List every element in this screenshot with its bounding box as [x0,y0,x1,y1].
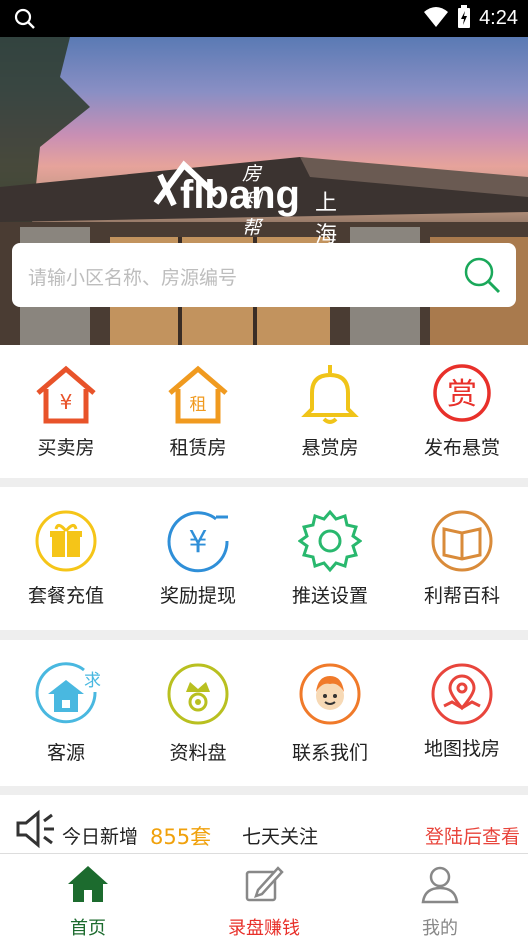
tile-label: 奖励提现 [159,585,236,607]
tile-label: 客源 [46,742,85,764]
tile-post-bounty[interactable]: 赏 发布悬赏 [396,345,528,478]
tile-label: 资料盘 [169,742,227,764]
news-ticker: 今日新增 855套 七天关注 登陆后查看 [0,795,528,853]
house-yuan-icon: ¥ [34,363,98,427]
yuan-withdraw-icon: ¥ [166,509,230,573]
home-icon [68,864,108,904]
tile-label: 地图找房 [423,738,500,760]
edit-pen-icon [244,864,284,904]
grid-row-3: 求 客源 资料盘 联系我们 地图找房 [0,640,528,786]
tile-rent[interactable]: 租 租赁房 [132,345,264,478]
nav-label: 录盘赚钱 [228,918,300,939]
tile-encyclopedia[interactable]: 利帮百科 [396,487,528,630]
search-icon[interactable] [14,8,36,34]
battery-icon [457,4,471,33]
bell-icon [298,363,362,427]
nav-home[interactable]: 首页 [0,854,176,940]
bottom-nav: 首页 录盘赚钱 我的 [0,853,528,940]
grid-row-2: 套餐充值 ¥ 奖励提现 推送设置 利帮百科 [0,487,528,630]
search-icon[interactable] [462,255,502,299]
grid-row-1: ¥ 买卖房 租 租赁房 悬赏房 赏 发布悬赏 [0,345,528,478]
house-rent-icon: 租 [166,363,230,427]
tile-label: 悬赏房 [301,437,359,459]
svg-text:¥: ¥ [188,525,207,560]
tile-package-recharge[interactable]: 套餐充值 [0,487,132,630]
seven-day-label: 七天关注 [242,826,319,848]
tile-map-search[interactable]: 地图找房 [396,640,528,786]
search-placeholder: 请输小区名称、房源编号 [28,267,238,289]
tile-label: 买卖房 [37,437,95,459]
contact-face-icon [298,662,362,726]
wifi-icon [423,6,449,32]
status-bar: 4:24 [0,0,528,37]
svg-text:租: 租 [190,395,207,415]
login-to-view-link[interactable]: 登陆后查看 [425,822,520,849]
search-input[interactable]: 请输小区名称、房源编号 [12,243,516,307]
today-new-label: 今日新增 [62,826,139,848]
logo-brand: flbang [180,173,300,217]
nav-mine[interactable]: 我的 [352,854,528,940]
tile-label: 联系我们 [291,742,368,764]
client-badge: 求 [84,671,101,691]
tile-label: 利帮百科 [423,585,500,607]
crown-icon [166,662,230,726]
tile-reward-withdraw[interactable]: ¥ 奖励提现 [132,487,264,630]
status-time: 4:24 [479,7,518,29]
map-pin-icon [430,662,494,726]
tile-label: 套餐充值 [27,585,104,607]
tile-bounty-house[interactable]: 悬赏房 [264,345,396,478]
svg-text:赏: 赏 [447,377,477,412]
logo-city: 上海 [315,191,338,248]
gear-icon [297,509,363,573]
tile-clients[interactable]: 求 客源 [0,640,132,786]
gift-icon [34,509,98,573]
svg-text:¥: ¥ [60,390,73,414]
tile-data-disk[interactable]: 资料盘 [132,640,264,786]
speaker-icon [14,809,56,853]
nav-record-earn[interactable]: 录盘赚钱 [176,854,352,940]
tile-push-settings[interactable]: 推送设置 [264,487,396,630]
today-new-count: 855套 [150,825,212,849]
nav-label: 首页 [70,918,106,939]
tile-label: 发布悬赏 [423,437,500,459]
tile-label: 推送设置 [291,585,368,607]
nav-label: 我的 [422,918,458,939]
tile-buy-sell[interactable]: ¥ 买卖房 [0,345,132,478]
tile-contact-us[interactable]: 联系我们 [264,640,396,786]
hero-banner: 房利帮 flbang 上海 请输小区名称、房源编号 [0,37,528,345]
reward-stamp-icon: 赏 [430,363,494,427]
user-icon [420,864,460,904]
book-icon [430,509,494,573]
tile-label: 租赁房 [169,437,227,459]
